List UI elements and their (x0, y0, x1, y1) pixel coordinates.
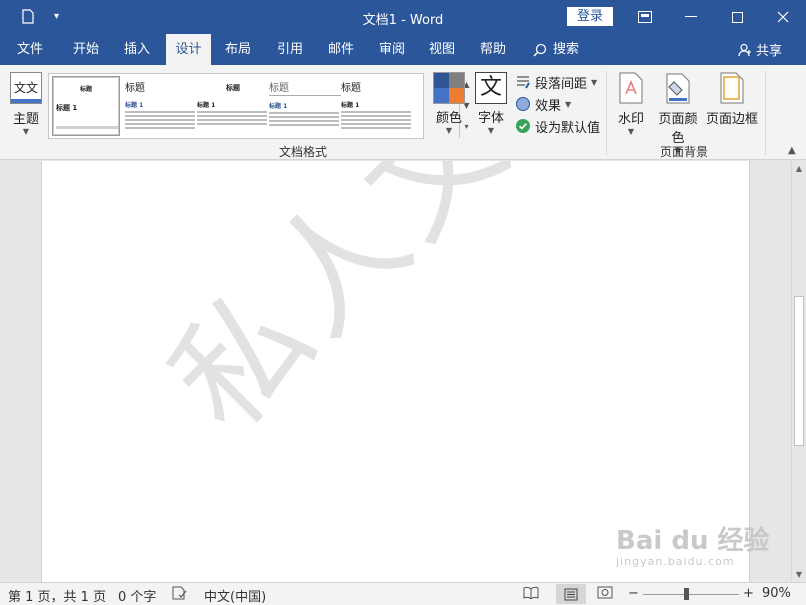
set-as-default-button[interactable]: 设为默认值 (515, 116, 600, 136)
fonts-icon: 文 (475, 72, 507, 104)
watermark-button[interactable]: 水印 ▼ (614, 72, 648, 136)
collapse-ribbon-icon[interactable]: ▲ (788, 145, 796, 156)
ribbon-display-options-icon[interactable] (622, 0, 668, 34)
style-set-item[interactable]: 标题 标题 1 (341, 76, 413, 136)
search-label: 搜索 (553, 42, 580, 57)
page-borders-label: 页面边框 (706, 112, 759, 127)
tab-home[interactable]: 开始 (64, 34, 108, 65)
document-page[interactable]: 私人文档 (41, 161, 750, 582)
colors-icon (433, 72, 465, 104)
web-layout-icon[interactable] (597, 586, 613, 604)
document-area: 私人文档 (0, 161, 791, 582)
style-set-item[interactable]: 标题 标题 1 (125, 76, 197, 136)
print-layout-icon[interactable] (556, 584, 586, 604)
ribbon-group-separator (765, 71, 766, 155)
themes-icon: 文文 (10, 72, 42, 104)
tab-insert[interactable]: 插入 (115, 34, 159, 65)
page-count[interactable]: 第 1 页，共 1 页 (8, 586, 106, 605)
baidu-jingyan-watermark: Bai du 经验 jingyan.baidu.com (616, 520, 786, 580)
ribbon-design: 文文 主题 ▼ 标题 标题 1 标题 标题 1 标题 标题 1 标题 标题 1 … (0, 65, 806, 160)
effects-icon (516, 97, 530, 111)
tab-references[interactable]: 引用 (268, 34, 312, 65)
read-mode-icon[interactable] (523, 586, 539, 603)
tab-review[interactable]: 审阅 (370, 34, 414, 65)
watermark-icon (619, 72, 643, 104)
language-indicator[interactable]: 中文(中国) (204, 586, 266, 605)
close-icon[interactable] (760, 0, 806, 34)
zoom-level[interactable]: 90% (762, 586, 791, 601)
themes-dropdown-icon: ▼ (22, 127, 30, 136)
tab-layout[interactable]: 布局 (216, 34, 260, 65)
minimize-icon[interactable] (668, 0, 714, 34)
group-label-document-format: 文档格式 (279, 145, 328, 159)
watermark-text: 私人文档 (142, 161, 635, 459)
page-borders-button[interactable]: 页面边框 (706, 72, 758, 127)
share-label: 共享 (756, 44, 783, 59)
effects-button[interactable]: 效果 ▼ (515, 94, 571, 114)
style-set-item[interactable]: 标题 标题 1 (52, 76, 120, 136)
fonts-button[interactable]: 文 字体 ▼ (474, 72, 508, 135)
tab-design[interactable]: 设计 (166, 34, 211, 65)
tab-help[interactable]: 帮助 (471, 34, 515, 65)
lightbulb-search-icon (533, 43, 547, 57)
tab-view[interactable]: 视图 (420, 34, 464, 65)
proofing-icon[interactable] (172, 586, 188, 604)
scroll-up-icon[interactable]: ▲ (792, 161, 806, 176)
baidu-brand: Bai du 经验 (616, 526, 770, 556)
zoom-slider-thumb[interactable] (684, 588, 690, 600)
status-bar: 第 1 页，共 1 页 0 个字 中文(中国) − + 90% (0, 582, 806, 605)
themes-label: 主题 (12, 112, 39, 127)
document-format-gallery: 标题 标题 1 标题 标题 1 标题 标题 1 标题 标题 1 标题 标题 1 … (48, 73, 470, 139)
tab-mailings[interactable]: 邮件 (319, 34, 363, 65)
checkmark-icon (516, 119, 530, 133)
zoom-slider-track[interactable] (643, 594, 739, 595)
ribbon-tab-bar: 文件 开始 插入 设计 布局 引用 邮件 审阅 视图 帮助 搜索 共享 (0, 34, 806, 65)
paragraph-spacing-icon (517, 76, 530, 89)
page-border-icon (720, 72, 744, 104)
scroll-thumb[interactable] (794, 296, 804, 446)
fonts-label: 字体 (477, 111, 504, 126)
themes-button[interactable]: 文文 主题 ▼ (6, 69, 46, 151)
vertical-scrollbar[interactable]: ▲ ▼ (791, 161, 806, 582)
style-set-item[interactable]: 标题 标题 1 (197, 76, 269, 136)
zoom-in-icon[interactable]: + (743, 586, 754, 601)
group-label-page-background: 页面背景 (660, 145, 709, 159)
tell-me-search[interactable]: 搜索 (533, 34, 579, 65)
colors-button[interactable]: 颜色 ▼ (432, 72, 466, 135)
login-button[interactable]: 登录 (567, 7, 613, 26)
title-bar: ▾ 文档1 - Word 登录 (0, 0, 806, 34)
zoom-out-icon[interactable]: − (628, 586, 639, 601)
paragraph-spacing-button[interactable]: 段落间距 ▼ (515, 72, 597, 92)
paragraph-spacing-label: 段落间距 (535, 76, 588, 92)
share-button[interactable]: 共享 (738, 34, 782, 65)
person-icon (738, 43, 751, 56)
scroll-down-icon[interactable]: ▼ (792, 567, 806, 582)
ribbon-group-separator (606, 71, 607, 155)
colors-label: 颜色 (435, 111, 462, 126)
page-color-label: 页面颜色 (658, 112, 698, 146)
watermark-label: 水印 (617, 112, 644, 127)
set-as-default-label: 设为默认值 (535, 120, 601, 136)
maximize-icon[interactable] (714, 0, 760, 34)
tab-file[interactable]: 文件 (8, 34, 52, 65)
effects-label: 效果 (535, 98, 562, 114)
style-set-item[interactable]: 标题 标题 1 (269, 76, 341, 136)
page-color-icon (666, 73, 690, 104)
word-count[interactable]: 0 个字 (118, 586, 156, 605)
